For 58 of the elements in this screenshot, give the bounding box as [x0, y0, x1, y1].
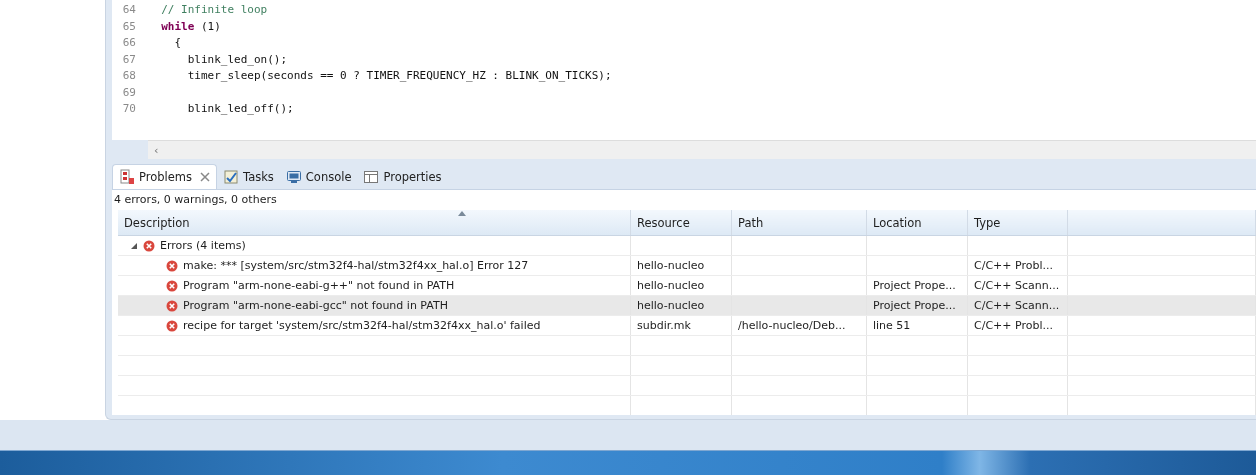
- table-cell: subdir.mk: [637, 319, 691, 332]
- sort-arrow-icon: [458, 211, 466, 216]
- properties-icon: [363, 169, 380, 185]
- expand-toggle-icon[interactable]: [130, 241, 138, 250]
- tree-group-label[interactable]: Errors (4 items): [160, 239, 246, 252]
- column-header[interactable]: Resource: [630, 210, 732, 236]
- error-icon: [166, 279, 178, 292]
- code-line: {: [173, 35, 182, 51]
- table-cell: Project Prope...: [873, 299, 956, 312]
- problem-row[interactable]: Program "arm-none-eabi-g++" not found in PATH hello-nucleo Project Prope... C/C++ Scann...: [118, 275, 1256, 296]
- scroll-left-arrow[interactable]: ‹: [148, 143, 165, 157]
- line-number: 67: [121, 51, 136, 68]
- table-cell: Program "arm-none-eabi-gcc" not found in PATH: [183, 299, 448, 312]
- error-icon: [143, 239, 155, 252]
- table-cell: Project Prope...: [873, 279, 956, 292]
- code-line: blink_led_on();: [186, 51, 288, 68]
- table-cell: C/C++ Probl...: [974, 319, 1053, 332]
- error-icon: [166, 299, 178, 312]
- line-number: 70: [121, 101, 136, 117]
- line-number: 68: [121, 68, 136, 84]
- line-number: 66: [121, 35, 136, 51]
- tasks-icon: [223, 169, 239, 185]
- console-icon: [285, 169, 302, 185]
- column-header[interactable]: Path: [731, 210, 867, 236]
- code-line: blink_led_off();: [186, 101, 294, 117]
- problems-icon: [119, 169, 135, 185]
- close-icon[interactable]: [200, 172, 210, 182]
- table-cell: make: *** [system/src/stm32f4-hal/stm32f4xx_hal.o] Error 127: [183, 259, 529, 272]
- problem-row[interactable]: recipe for target 'system/src/stm32f4-hal/stm32f4xx_hal.o' failed subdir.mk /hello-nucleo/Deb... line 51 C/C++ Probl...: [118, 315, 1256, 336]
- table-cell: line 51: [873, 319, 911, 332]
- error-icon: [166, 319, 178, 332]
- table-cell: /hello-nucleo/Deb...: [738, 319, 846, 332]
- problem-row[interactable]: Program "arm-none-eabi-gcc" not found in PATH hello-nucleo Project Prope... C/C++ Scann...: [118, 295, 1256, 316]
- code-line: timer_sleep(seconds == 0 ? TIMER_FREQUENCY_HZ : BLINK_ON_TICKS);: [186, 68, 612, 84]
- table-cell: hello-nucleo: [637, 299, 705, 312]
- column-header[interactable]: Description: [118, 210, 631, 236]
- problem-row[interactable]: make: *** [system/src/stm32f4-hal/stm32f4xx_hal.o] Error 127 hello-nucleo C/C++ Probl...: [118, 255, 1256, 276]
- code-line: // Infinite loop: [160, 2, 268, 18]
- table-cell: C/C++ Probl...: [974, 259, 1053, 272]
- table-cell: Program "arm-none-eabi-g++" not found in PATH: [183, 279, 455, 292]
- line-number: 69: [121, 84, 136, 101]
- table-cell: hello-nucleo: [637, 279, 705, 292]
- view-tab[interactable]: Console: [279, 165, 358, 189]
- column-header[interactable]: Type: [967, 210, 1068, 236]
- line-number: 65: [121, 18, 136, 35]
- problems-summary: 4 errors, 0 warnings, 0 others: [112, 190, 1256, 210]
- code-line: while (1): [160, 18, 221, 35]
- view-tab[interactable]: Tasks: [217, 165, 280, 189]
- column-header[interactable]: Location: [866, 210, 968, 236]
- error-icon: [166, 259, 178, 272]
- table-cell: C/C++ Scann...: [974, 299, 1060, 312]
- line-number: 64: [121, 2, 136, 18]
- table-cell: hello-nucleo: [637, 259, 705, 272]
- table-cell: recipe for target 'system/src/stm32f4-hal/stm32f4xx_hal.o' failed: [183, 319, 541, 332]
- view-tab[interactable]: Problems: [112, 164, 217, 189]
- table-cell: C/C++ Scann...: [974, 279, 1060, 292]
- horizontal-scrollbar[interactable]: ‹: [148, 140, 1256, 159]
- view-tab[interactable]: Properties: [357, 165, 448, 189]
